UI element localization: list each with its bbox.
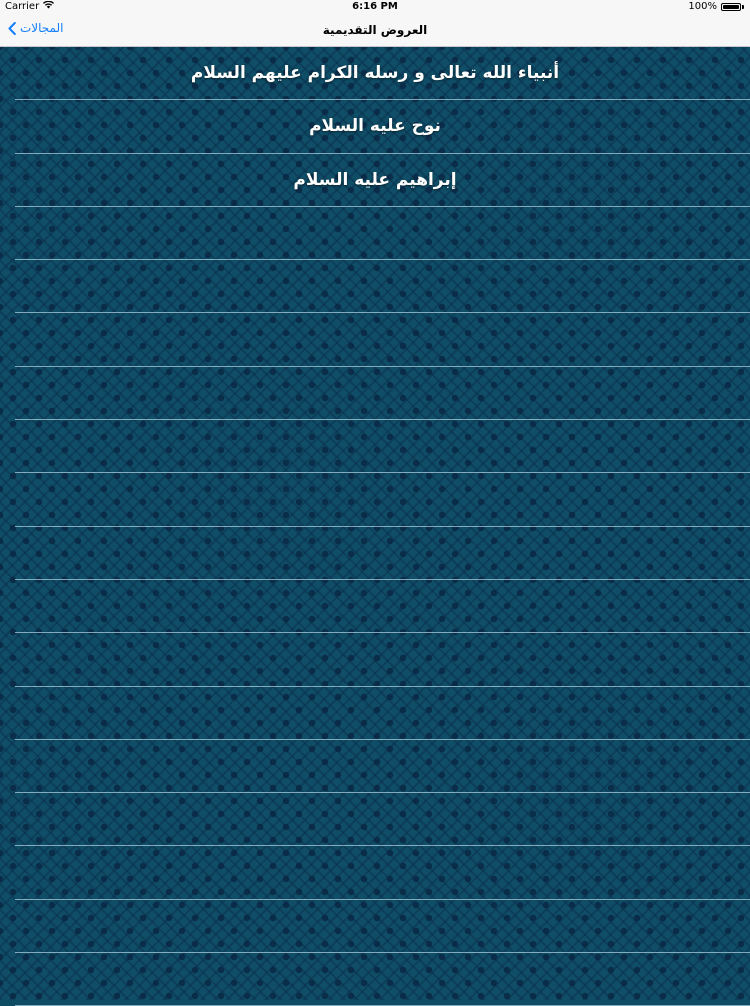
list-item[interactable] — [15, 527, 750, 580]
list-item[interactable] — [15, 793, 750, 847]
battery-tip — [742, 4, 744, 9]
list-item-label: إبراهيم عليه السلام — [293, 169, 457, 190]
list-item[interactable] — [15, 207, 750, 261]
presentations-list[interactable]: أنبياء الله تعالى و رسله الكرام عليهم ال… — [0, 47, 750, 1006]
battery-percent: 100% — [688, 1, 717, 12]
list-item-label: أنبياء الله تعالى و رسله الكرام عليهم ال… — [190, 63, 560, 84]
list-item[interactable] — [15, 420, 750, 474]
list-item[interactable] — [15, 846, 750, 900]
list-item[interactable] — [15, 953, 750, 1006]
list-item[interactable] — [15, 473, 750, 527]
navigation-bar: المجالات العروض التقديمية — [0, 14, 750, 47]
list-item[interactable] — [15, 313, 750, 367]
list-item[interactable]: إبراهيم عليه السلام — [15, 154, 750, 207]
list-item[interactable]: نوح عليه السلام — [15, 100, 750, 154]
status-right: 100% — [688, 1, 744, 12]
battery-fill — [723, 4, 739, 9]
status-bar: Carrier 6:16 PM 100% — [0, 0, 750, 14]
list-item[interactable] — [15, 633, 750, 687]
list-item[interactable] — [15, 260, 750, 314]
list-item[interactable] — [15, 687, 750, 740]
list-item[interactable] — [15, 740, 750, 794]
status-time: 6:16 PM — [352, 1, 398, 12]
battery-icon — [721, 2, 741, 11]
list-item[interactable]: أنبياء الله تعالى و رسله الكرام عليهم ال… — [15, 47, 750, 101]
list-item[interactable] — [15, 900, 750, 954]
page-title: العروض التقديمية — [322, 23, 428, 37]
list-item[interactable] — [15, 580, 750, 634]
list-item-label: نوح عليه السلام — [309, 116, 441, 137]
list-item[interactable] — [15, 367, 750, 421]
